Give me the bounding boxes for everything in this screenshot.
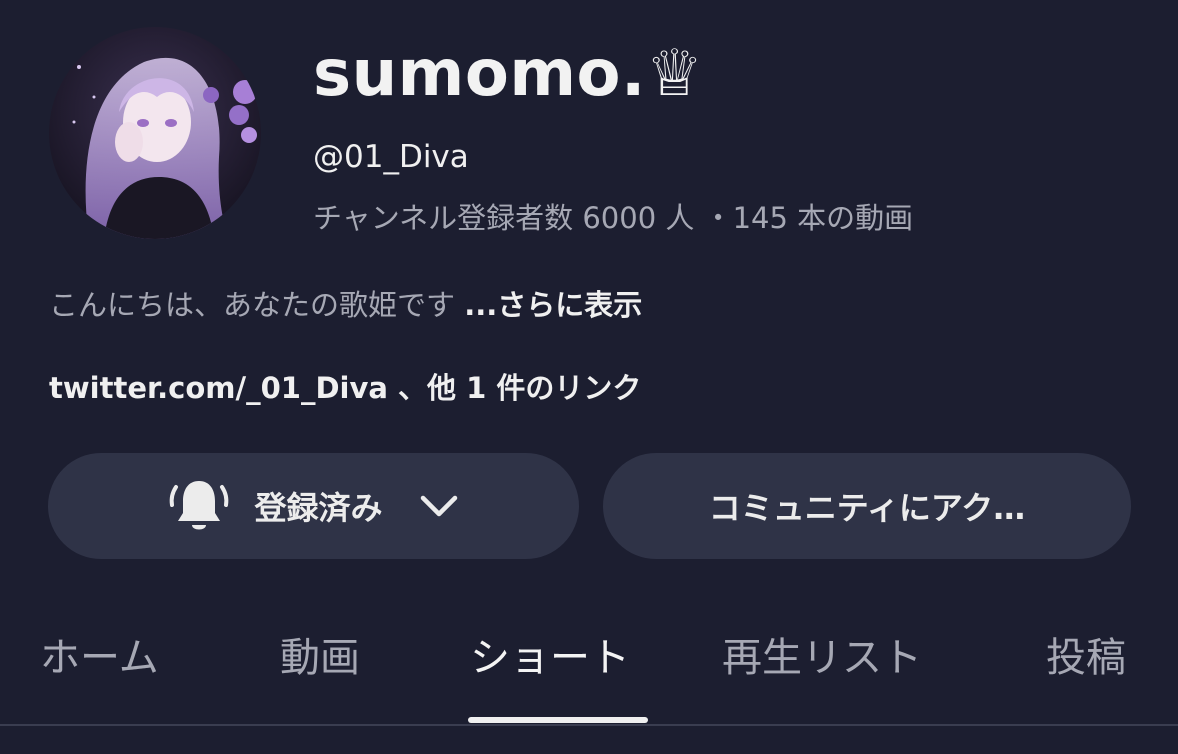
bell-icon — [170, 481, 229, 530]
chevron-down-icon — [420, 495, 457, 517]
subscribed-button[interactable]: 登録済み — [48, 453, 579, 559]
channel-name: sumomo.♕ — [313, 37, 704, 111]
tab-videos[interactable]: 動画 — [280, 630, 360, 686]
active-tab-indicator — [468, 717, 648, 723]
community-access-label: コミュニティにアク… — [708, 489, 1026, 527]
channel-tabs: ホーム 動画 ショート 再生リスト 投稿 — [0, 618, 1178, 726]
divider — [0, 724, 1178, 726]
channel-handle: @01_Diva — [313, 139, 469, 175]
channel-links[interactable]: twitter.com/_01_Diva 、他 1 件のリンク — [49, 366, 641, 410]
channel-description[interactable]: こんにちは、あなたの歌姫です ...さらに表示 — [49, 283, 642, 327]
tab-shorts[interactable]: ショート — [470, 630, 630, 686]
tab-playlists[interactable]: 再生リスト — [722, 630, 922, 686]
tab-posts[interactable]: 投稿 — [1046, 630, 1126, 686]
subscribed-label: 登録済み — [254, 489, 383, 527]
description-text: こんにちは、あなたの歌姫です — [49, 288, 465, 322]
avatar-image — [49, 27, 261, 239]
tab-home[interactable]: ホーム — [40, 630, 159, 686]
show-more-link[interactable]: ...さらに表示 — [464, 288, 642, 322]
avatar[interactable] — [49, 27, 261, 239]
channel-stats: チャンネル登録者数 6000 人 ・145 本の動画 — [313, 201, 914, 235]
community-access-button[interactable]: コミュニティにアク… — [603, 453, 1131, 559]
